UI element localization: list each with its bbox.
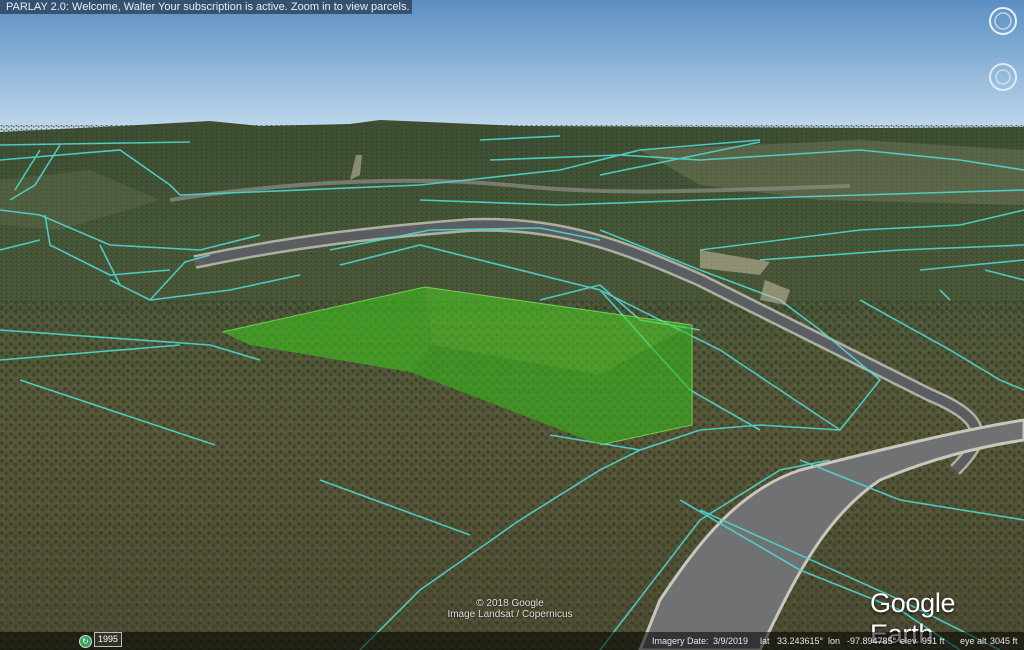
sky xyxy=(0,0,1024,135)
status-bar: ↻ 1995 Imagery Date: 3/9/2019 lat 33.243… xyxy=(0,632,1024,650)
eye-alt-value: 3045 ft xyxy=(990,636,1018,646)
historical-year-button[interactable]: 1995 xyxy=(94,632,123,647)
look-ring-icon[interactable] xyxy=(988,62,1018,92)
copyright-text: © 2018 Google xyxy=(476,598,544,609)
imagery-date-value: 3/9/2019 xyxy=(713,636,749,646)
historical-imagery-icon[interactable]: ↻ xyxy=(79,635,92,648)
parlay-status-banner: PARLAY 2.0: Welcome, Walter Your subscri… xyxy=(0,0,412,14)
lat-value: 33.243615° xyxy=(777,636,824,646)
lon-value: -97.894785° xyxy=(847,636,897,646)
elev-label: elev xyxy=(900,636,917,646)
earth-3d-viewport[interactable] xyxy=(0,0,1024,650)
eye-alt-label: eye alt xyxy=(960,636,987,646)
elev-value: 951 ft xyxy=(922,636,945,646)
lon-label: lon xyxy=(828,636,841,646)
lat-label: lat xyxy=(760,636,770,646)
compass-ring-icon[interactable] xyxy=(988,6,1018,36)
imagery-credit: Image Landsat / Copernicus xyxy=(447,609,573,620)
imagery-date-label: Imagery Date: xyxy=(652,636,709,646)
